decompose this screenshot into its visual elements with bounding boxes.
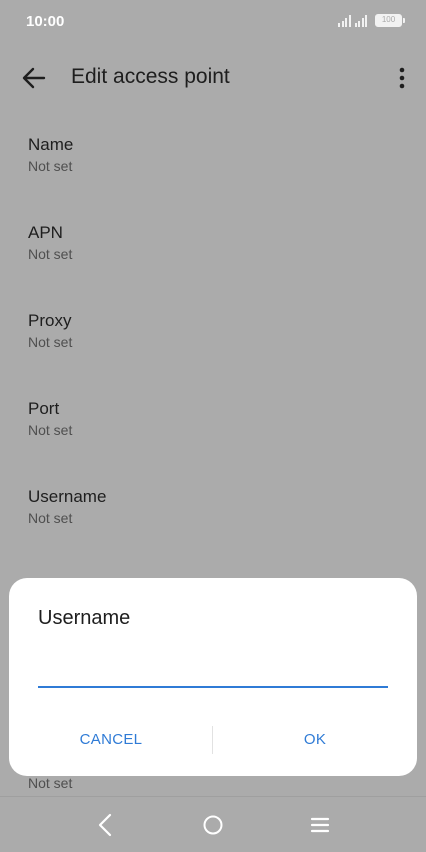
setting-title: Port [28, 399, 60, 418]
nav-back-icon[interactable] [94, 812, 118, 838]
battery-icon: 100 [375, 14, 405, 27]
setting-username[interactable]: Username Not set [0, 468, 426, 556]
dialog-title: Username [38, 607, 131, 629]
dialog-actions: CANCEL OK [9, 726, 417, 754]
setting-title: Username [28, 487, 107, 506]
setting-name[interactable]: Name Not set [0, 116, 426, 204]
obscured-setting-summary: Not set [28, 775, 73, 791]
setting-title: Name [28, 135, 74, 154]
signal-icon [338, 14, 351, 27]
battery-level: 100 [376, 15, 401, 26]
back-arrow-icon[interactable] [20, 64, 48, 92]
cancel-button[interactable]: CANCEL [9, 726, 213, 754]
username-input[interactable] [38, 658, 388, 688]
screen: 10:00 100 Edit access point Name Not set… [0, 0, 426, 852]
setting-proxy[interactable]: Proxy Not set [0, 292, 426, 380]
nav-menu-icon[interactable] [308, 814, 332, 836]
setting-summary: Not set [28, 158, 73, 174]
status-time: 10:00 [26, 13, 65, 30]
page-title: Edit access point [71, 65, 230, 88]
setting-title: Proxy [28, 311, 72, 330]
app-bar: Edit access point [0, 50, 426, 106]
ok-button[interactable]: OK [213, 726, 417, 754]
signal-icon [354, 14, 367, 27]
setting-port[interactable]: Port Not set [0, 380, 426, 468]
setting-summary: Not set [28, 246, 73, 262]
username-dialog: Username CANCEL OK [9, 578, 417, 776]
more-vert-icon[interactable] [394, 64, 410, 92]
setting-summary: Not set [28, 510, 73, 526]
status-bar: 10:00 100 [0, 0, 426, 44]
status-icons: 100 [338, 14, 405, 27]
setting-summary: Not set [28, 334, 73, 350]
setting-title: APN [28, 223, 63, 242]
setting-apn[interactable]: APN Not set [0, 204, 426, 292]
nav-home-icon[interactable] [202, 814, 224, 836]
navigation-bar [0, 796, 426, 852]
settings-list: Name Not set APN Not set Proxy Not set P… [0, 116, 426, 556]
setting-summary: Not set [28, 422, 73, 438]
